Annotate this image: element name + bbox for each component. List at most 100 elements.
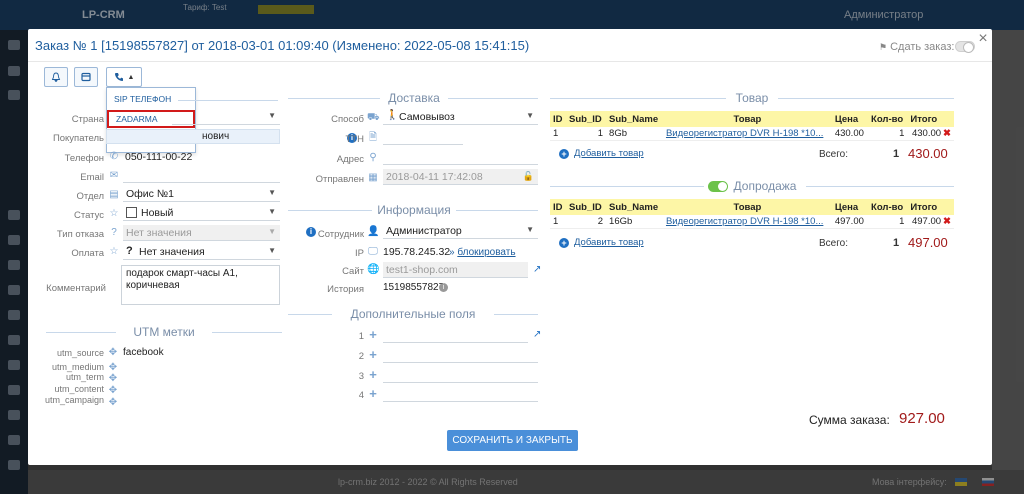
document-icon: 🗎 <box>368 132 378 143</box>
plus-circle-icon: + <box>559 148 569 159</box>
col-header-total: Итого <box>907 199 954 215</box>
extra-field-3-input[interactable] <box>383 367 538 383</box>
ip-value: 195.78.245.32 <box>383 246 451 258</box>
refusal-type-value: Нет значения <box>126 227 192 239</box>
cell-qty[interactable]: 1 <box>868 215 908 229</box>
upsell-table: ID Sub_ID Sub_Name Товар Цена Кол-во Ито… <box>550 199 954 229</box>
utm-term-label: utm_term <box>65 372 104 382</box>
product-link[interactable]: Видеорегистратор DVR H-198 *10... <box>666 216 823 227</box>
utm-source-label: utm_source <box>56 348 104 358</box>
block-ip-link[interactable]: » блокировать <box>449 247 516 258</box>
unlock-icon[interactable]: 🔓 <box>523 171 534 182</box>
cell-total: 497.00 <box>911 215 942 227</box>
upsell-section-header: Допродажа <box>550 179 954 193</box>
upsell-toggle[interactable] <box>708 181 728 192</box>
close-icon[interactable]: × <box>976 31 990 47</box>
delivery-method-label: Способ <box>331 114 364 125</box>
plus-icon[interactable]: + <box>367 348 379 361</box>
col-header-sub-name: Sub_Name <box>606 199 663 215</box>
cell-total: 430.00 <box>911 127 942 139</box>
add-upsell-label[interactable]: Добавить товар <box>574 237 644 248</box>
history-value: 15198557827 <box>383 282 445 293</box>
external-link-icon[interactable]: ↗ <box>533 330 543 340</box>
cell-qty[interactable]: 1 <box>868 127 908 141</box>
extra-fields-title: Дополнительные поля <box>350 307 476 321</box>
order-modal: Заказ № 1 [15198557827] от 2018-03-01 01… <box>28 29 992 465</box>
cell-sub-name: 16Gb <box>606 215 663 229</box>
crosshair-icon: ✥ <box>108 385 118 396</box>
extra-field-4-label: 4 <box>358 390 364 401</box>
extra-field-2-label: 2 <box>358 351 364 362</box>
employee-label: Сотрудник <box>317 229 364 240</box>
delivery-section-header: Доставка <box>288 91 538 105</box>
cell-sub-id: 1 <box>566 127 607 141</box>
order-sum-label: Сумма заказа: <box>809 413 890 427</box>
extra-field-4-input[interactable] <box>383 386 538 402</box>
delivery-method-select[interactable]: 🚶 Самовывоз ▼ <box>383 109 538 125</box>
plus-icon[interactable]: + <box>367 387 379 400</box>
add-upsell-button[interactable]: + Добавить товар <box>559 237 644 248</box>
products-total-qty: 1 <box>893 148 900 160</box>
phone-value[interactable]: 050-111-00-22 <box>125 151 192 163</box>
table-row: 1 2 16Gb Видеорегистратор DVR H-198 *10.… <box>550 215 954 229</box>
buyer-input[interactable]: нович <box>106 129 280 144</box>
add-product-label[interactable]: Добавить товар <box>574 148 644 159</box>
cell-price[interactable]: 497.00 <box>831 215 869 229</box>
refusal-type-select: Нет значения ▼ <box>123 225 280 241</box>
products-total-label: Всего: <box>819 149 848 160</box>
email-input[interactable] <box>123 167 280 183</box>
col-header-product: Товар <box>662 199 832 215</box>
window-button[interactable] <box>74 67 98 87</box>
address-input[interactable] <box>383 149 538 165</box>
sent-label: Отправлен <box>315 174 364 185</box>
crosshair-icon: ✥ <box>108 397 118 408</box>
col-header-sub-name: Sub_Name <box>606 111 663 127</box>
external-link-icon[interactable]: ↗ <box>533 265 543 275</box>
col-header-price: Цена <box>831 199 869 215</box>
country-select[interactable]: ▼ <box>172 109 280 125</box>
chevron-down-icon: ▼ <box>268 207 276 216</box>
chevron-down-icon: ▼ <box>268 246 276 255</box>
ttn-input[interactable] <box>383 129 463 145</box>
pass-order-toggle[interactable] <box>955 41 975 53</box>
title-divider <box>28 61 992 62</box>
truck-icon: ⛟ <box>367 112 380 123</box>
cell-price[interactable]: 430.00 <box>831 127 869 141</box>
site-input: test1-shop.com <box>383 262 528 278</box>
client-section-header <box>178 93 278 107</box>
extra-field-1-input[interactable] <box>383 327 528 343</box>
block-ip-link-text[interactable]: блокировать <box>457 247 515 258</box>
info-icon[interactable]: i <box>439 283 448 292</box>
delete-icon[interactable]: ✖ <box>943 216 951 227</box>
delete-icon[interactable]: ✖ <box>943 128 951 139</box>
bell-button[interactable] <box>44 67 68 87</box>
buyer-value: нович <box>202 131 230 142</box>
status-color-swatch <box>126 207 137 218</box>
crosshair-icon: ✥ <box>108 347 118 358</box>
payment-select[interactable]: ? Нет значения ▼ <box>123 244 280 260</box>
add-product-button[interactable]: + Добавить товар <box>559 148 644 159</box>
department-select[interactable]: Офис №1 ▼ <box>123 186 280 202</box>
save-and-close-button[interactable]: СОХРАНИТЬ И ЗАКРЫТЬ <box>447 430 578 451</box>
info-section-header: Информация <box>288 203 538 217</box>
extra-field-2-input[interactable] <box>383 347 538 363</box>
chevron-down-icon: ▼ <box>268 188 276 197</box>
products-section-header: Товар <box>550 91 954 105</box>
plus-icon[interactable]: + <box>367 368 379 381</box>
status-select[interactable]: Новый ▼ <box>123 205 280 221</box>
caret-up-icon: ▲ <box>127 73 135 81</box>
plus-icon[interactable]: + <box>367 328 379 341</box>
col-header-qty: Кол-во <box>868 111 908 127</box>
employee-select[interactable]: Администратор ▼ <box>383 223 538 239</box>
extra-fields-section-header: Дополнительные поля <box>288 307 538 321</box>
buyer-label: Покупатель <box>52 133 104 144</box>
table-row: 1 1 8Gb Видеорегистратор DVR H-198 *10..… <box>550 127 954 141</box>
phone-dropdown-button[interactable]: ▲ <box>106 67 142 87</box>
comment-label: Комментарий <box>46 283 106 294</box>
question-icon: ? <box>126 245 133 257</box>
utm-medium-label: utm_medium <box>51 362 104 372</box>
comment-textarea[interactable]: подарок смарт-часы А1, коричневая <box>121 265 280 305</box>
product-link[interactable]: Видеорегистратор DVR H-198 *10... <box>666 128 823 139</box>
cell-id: 1 <box>550 127 567 141</box>
col-header-sub-id: Sub_ID <box>566 111 607 127</box>
